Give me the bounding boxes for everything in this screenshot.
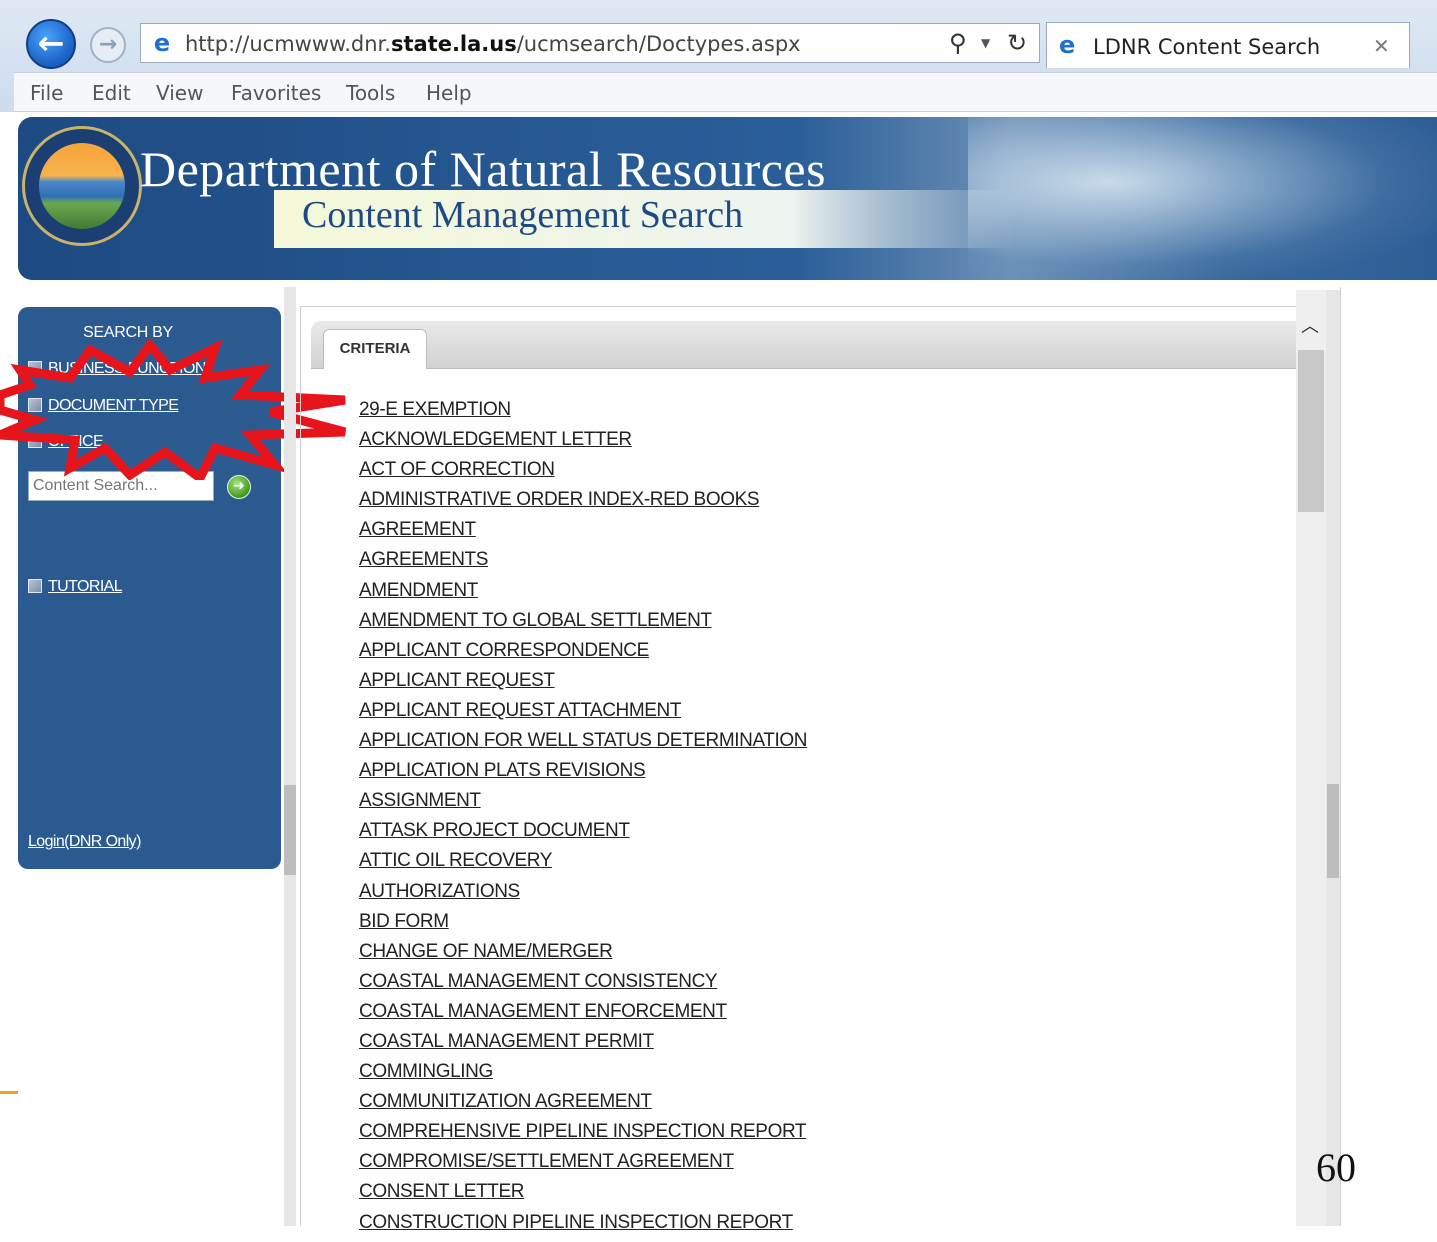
document-type-link[interactable]: CONSTRUCTION PIPELINE INSPECTION REPORT [359, 1212, 807, 1242]
document-type-link[interactable]: 29-E EXEMPTION [359, 399, 807, 429]
close-icon[interactable]: ✕ [1373, 34, 1390, 58]
ie-logo-icon: e [1059, 31, 1076, 59]
banner-decoration [968, 117, 1437, 280]
document-type-link[interactable]: ATTASK PROJECT DOCUMENT [359, 820, 807, 850]
content-scrollbar-thumb[interactable] [1298, 350, 1324, 512]
menu-bar: File Edit View Favorites Tools Help [14, 72, 1437, 112]
document-type-link[interactable]: ADMINISTRATIVE ORDER INDEX-RED BOOKS [359, 489, 807, 519]
document-type-link[interactable]: ACKNOWLEDGEMENT LETTER [359, 429, 807, 459]
criteria-panel: CRITERIA 29-E EXEMPTION ACKNOWLEDGEMENT L… [300, 306, 1301, 1233]
document-type-link[interactable]: CONSENT LETTER [359, 1181, 807, 1211]
forward-arrow-icon: → [98, 32, 118, 57]
banner-title: Department of Natural Resources [140, 141, 827, 197]
forward-button[interactable]: → [90, 27, 126, 63]
document-type-link[interactable]: COASTAL MANAGEMENT PERMIT [359, 1031, 807, 1061]
document-type-link[interactable]: ATTIC OIL RECOVERY [359, 850, 807, 880]
document-type-link[interactable]: APPLICANT REQUEST ATTACHMENT [359, 700, 807, 730]
dnr-seal-logo [22, 126, 142, 246]
document-type-link[interactable]: APPLICATION FOR WELL STATUS DETERMINATIO… [359, 730, 807, 760]
browser-tab[interactable]: e LDNR Content Search ✕ [1046, 22, 1410, 68]
ie-logo-icon: e [153, 29, 171, 57]
tab-criteria[interactable]: CRITERIA [323, 329, 427, 369]
login-link[interactable]: Login(DNR Only) [28, 833, 141, 851]
site-banner: Department of Natural Resources Content … [18, 117, 1437, 280]
criteria-tab-bar: CRITERIA [311, 321, 1301, 369]
dropdown-icon[interactable]: ▼ [981, 36, 990, 50]
search-icon[interactable]: ⚲ [949, 29, 967, 57]
document-type-link[interactable]: APPLICANT CORRESPONDENCE [359, 640, 807, 670]
back-button[interactable]: ← [26, 19, 76, 69]
document-type-link[interactable]: AMENDMENT [359, 580, 807, 610]
document-type-link[interactable]: COMPREHENSIVE PIPELINE INSPECTION REPORT [359, 1121, 807, 1151]
document-type-link[interactable]: CHANGE OF NAME/MERGER [359, 941, 807, 971]
page-scrollbar[interactable] [1326, 290, 1340, 1226]
document-type-link[interactable]: COASTAL MANAGEMENT ENFORCEMENT [359, 1001, 807, 1031]
address-bar[interactable]: e http://ucmwww.dnr.state.la.us/ucmsearc… [140, 23, 1040, 63]
bullet-icon [28, 579, 42, 593]
document-type-link[interactable]: COMMINGLING [359, 1061, 807, 1091]
menu-tools[interactable]: Tools [346, 81, 395, 105]
document-type-link[interactable]: AUTHORIZATIONS [359, 881, 807, 911]
document-type-link[interactable]: APPLICANT REQUEST [359, 670, 807, 700]
browser-chrome: ← → e http://ucmwww.dnr.state.la.us/ucms… [0, 0, 1437, 112]
refresh-icon[interactable]: ↻ [1007, 29, 1027, 57]
document-type-list: 29-E EXEMPTION ACKNOWLEDGEMENT LETTER ACT … [359, 399, 807, 1242]
document-type-link[interactable]: ACT OF CORRECTION [359, 459, 807, 489]
menu-help[interactable]: Help [426, 81, 472, 105]
tab-title: LDNR Content Search [1093, 35, 1321, 59]
document-type-link[interactable]: COMPROMISE/SETTLEMENT AGREEMENT [359, 1151, 807, 1181]
document-type-link[interactable]: COASTAL MANAGEMENT CONSISTENCY [359, 971, 807, 1001]
document-type-link[interactable]: AGREEMENTS [359, 549, 807, 579]
nav-tutorial[interactable]: TUTORIAL [28, 578, 123, 596]
content-scrollbar[interactable]: ︿ [1296, 290, 1326, 1226]
menu-edit[interactable]: Edit [92, 81, 131, 105]
slide-accent-line [0, 1091, 18, 1094]
menu-file[interactable]: File [30, 81, 63, 105]
document-type-link[interactable]: ASSIGNMENT [359, 790, 807, 820]
document-type-link[interactable]: AGREEMENT [359, 519, 807, 549]
document-type-link[interactable]: APPLICATION PLATS REVISIONS [359, 760, 807, 790]
document-type-link[interactable]: AMENDMENT TO GLOBAL SETTLEMENT [359, 610, 807, 640]
address-url[interactable]: http://ucmwww.dnr.state.la.us/ucmsearch/… [185, 32, 801, 56]
back-arrow-icon: ← [37, 24, 65, 62]
menu-favorites[interactable]: Favorites [231, 81, 321, 105]
banner-subtitle: Content Management Search [302, 194, 744, 236]
frame-scrollbar[interactable] [284, 287, 296, 1226]
document-type-link[interactable]: BID FORM [359, 911, 807, 941]
slide-number: 60 [1316, 1145, 1356, 1190]
menu-view[interactable]: View [156, 81, 203, 105]
chevron-up-icon[interactable]: ︿ [1301, 312, 1319, 338]
document-type-link[interactable]: COMMUNITIZATION AGREEMENT [359, 1091, 807, 1121]
